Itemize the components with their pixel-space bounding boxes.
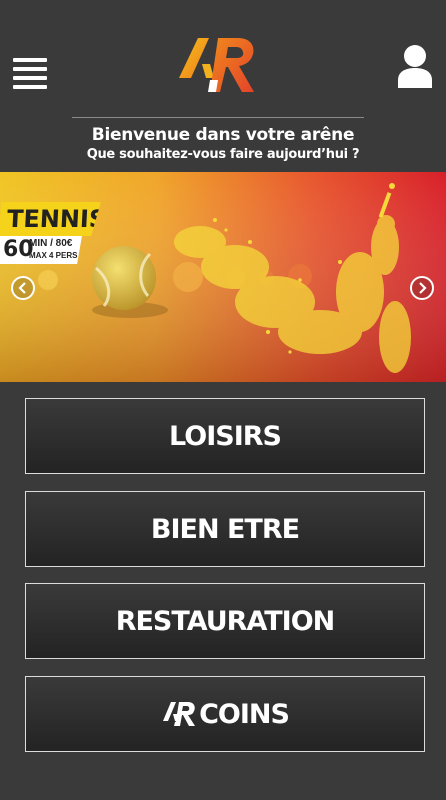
activity-duration-price: MIN / 80€ <box>29 238 73 249</box>
header-divider <box>72 117 364 118</box>
welcome-title: Bienvenue dans votre arêne <box>91 125 355 145</box>
app-header <box>0 0 446 110</box>
bien-etre-button[interactable]: BIEN ETRE <box>25 491 425 567</box>
carousel-prev-button[interactable] <box>11 276 35 300</box>
chevron-left-icon <box>18 282 26 294</box>
ar-logo <box>179 38 254 92</box>
restauration-label: RESTAURATION <box>115 605 336 637</box>
user-profile-icon[interactable] <box>396 44 434 90</box>
ar-coins-logo <box>163 702 196 726</box>
welcome-text: Bienvenue dans votre arêne Que souhaitez… <box>0 124 446 164</box>
activity-label: TENNIS <box>0 202 101 236</box>
hamburger-menu-button[interactable] <box>13 58 49 90</box>
loisirs-button[interactable]: LOISIRS <box>25 398 425 474</box>
activity-details: 60 MIN / 80€ MAX 4 PERS <box>0 236 82 264</box>
arcoins-label: COINS <box>199 698 290 730</box>
chevron-right-icon <box>419 282 427 294</box>
restauration-button[interactable]: RESTAURATION <box>25 583 425 659</box>
carousel-next-button[interactable] <box>410 276 434 300</box>
bien-etre-label: BIEN ETRE <box>150 513 300 545</box>
loisirs-label: LOISIRS <box>169 420 282 452</box>
arcoins-button[interactable]: COINS <box>25 676 425 752</box>
activity-carousel[interactable]: TENNIS 60 MIN / 80€ MAX 4 PERS <box>0 172 446 382</box>
activity-capacity: MAX 4 PERS <box>29 251 78 260</box>
welcome-subtitle: Que souhaitez-vous faire aujourd’hui ? <box>86 147 360 162</box>
